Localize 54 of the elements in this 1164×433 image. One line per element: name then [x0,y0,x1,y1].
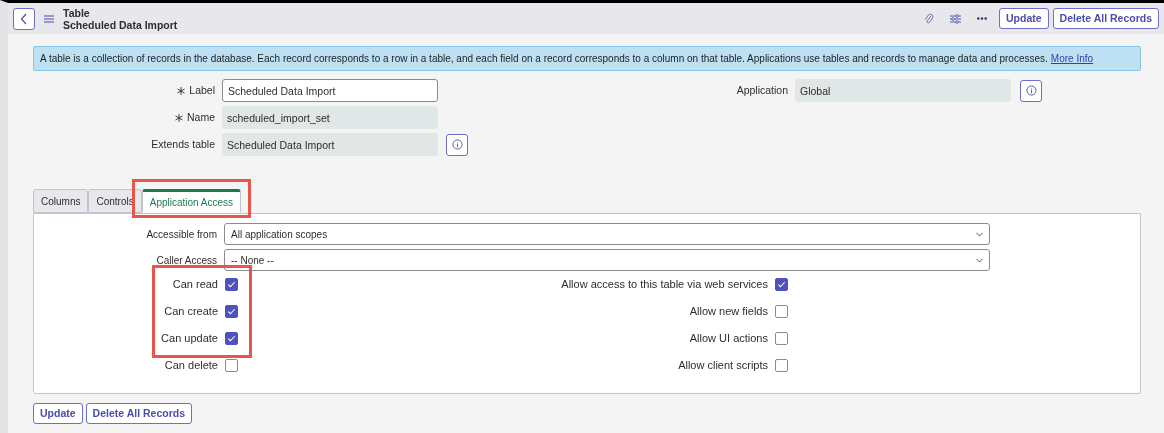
info-icon [1025,85,1037,96]
field-label: Extends table [151,136,215,152]
info-button[interactable] [446,133,468,156]
check-icon [227,280,236,289]
more-info-link[interactable]: More Info [1050,51,1094,66]
field-label: Application [735,82,789,98]
info-button[interactable] [1020,79,1042,102]
field-label: Label [189,82,215,98]
text-field[interactable]: Scheduled Data Import [222,79,438,102]
checkbox[interactable] [775,332,788,345]
checkbox[interactable] [775,359,788,372]
check-icon [227,307,236,316]
checkbox[interactable] [775,278,788,291]
select-field[interactable]: All application scopes [224,223,990,245]
info-icon [451,139,463,150]
tab[interactable]: Application Access [141,189,242,213]
back-button[interactable] [13,7,35,30]
checkbox-label: Can create [163,304,219,320]
checkbox-label: Can update [160,331,219,347]
checkbox[interactable] [225,359,238,372]
field-label: Name [187,109,215,125]
action-button[interactable]: Update [999,8,1049,29]
text-field[interactable]: Global [795,79,1011,102]
tab[interactable]: Controls [88,189,142,213]
field-label: Accessible from [145,227,218,242]
checkbox-label: Allow new fields [688,304,769,320]
window-title: Scheduled Data Import [63,18,178,31]
checkbox[interactable] [775,305,788,318]
tab[interactable]: Columns [33,189,89,213]
action-button[interactable]: Delete All Records [85,403,192,424]
checkbox-label: Can read [171,277,219,293]
chevron-left-icon [20,12,28,25]
chevron-down-icon [976,231,983,237]
select-field[interactable]: -- None -- [224,249,990,271]
checkbox-label: Allow client scripts [677,358,769,374]
text-field[interactable]: scheduled_import_set [222,106,438,129]
checkbox[interactable] [225,278,238,291]
record-type: Table [63,6,91,19]
action-button[interactable]: Delete All Records [1052,8,1159,29]
banner-text: A table is a collection of records in the database. Each record corresponds to a row in a table, and each field on a record corresponds to a column on that table. Applications use tables and records to manage data and processes. [40,52,1048,66]
checkbox-label: Allow UI actions [688,331,769,347]
paperclip-icon[interactable] [924,12,934,25]
more-icon[interactable] [977,17,987,20]
check-icon [777,280,786,289]
sliders-icon[interactable] [950,13,961,24]
chevron-down-icon [976,257,983,263]
text-field[interactable]: Scheduled Data Import [222,133,438,156]
checkbox[interactable] [225,305,238,318]
checkbox-label: Can delete [163,358,219,374]
field-label: Caller Access [155,253,218,268]
checkbox[interactable] [225,332,238,345]
check-icon [227,334,236,343]
action-button[interactable]: Update [33,403,83,424]
checkbox-label: Allow access to this table via web services [560,277,769,293]
